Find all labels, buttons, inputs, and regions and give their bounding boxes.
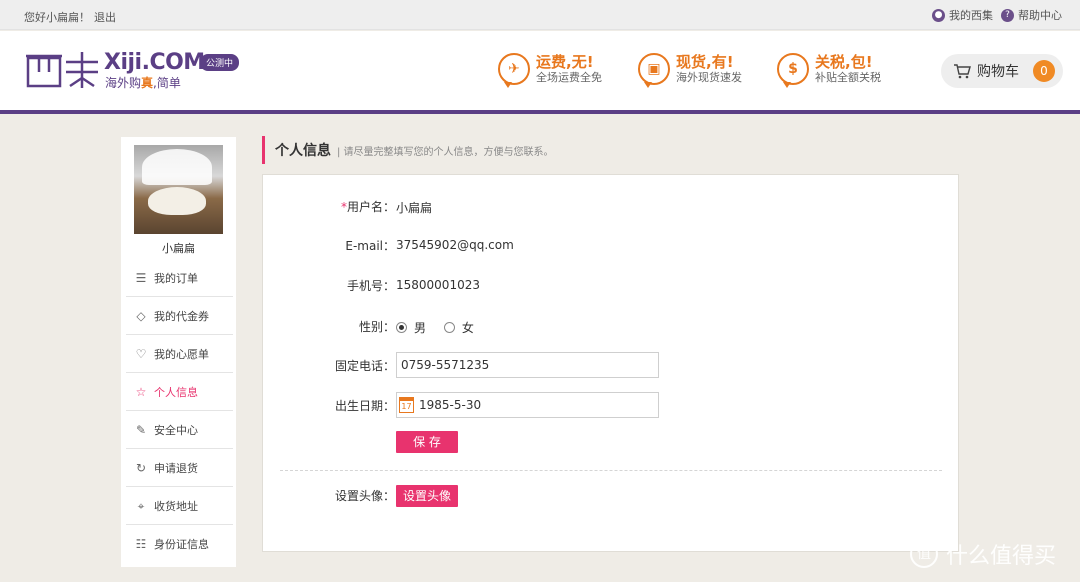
username-label: *用户名：: [340, 199, 395, 214]
save-button[interactable]: 保 存: [396, 431, 458, 453]
landline-input[interactable]: 0759-5571235: [396, 352, 659, 378]
sidebar-menu: ☰ 我的订单 ◇ 我的代金券 ♡ 我的心愿单 ☆ 个人信息 ✎ 安全中心 ↻ 申请退货 ⌖ 收…: [126, 259, 233, 563]
email-label: E-mail：: [345, 238, 395, 253]
promo-in-stock: ▣ 现货,有! 海外现货速发: [638, 49, 742, 89]
star-icon: ☆: [135, 384, 147, 399]
dollar-icon: $: [777, 53, 809, 88]
birthday-value: 1985-5-30: [419, 398, 482, 412]
radio-indicator: [443, 322, 455, 333]
beta-badge: 公测中: [200, 54, 240, 71]
logout-link[interactable]: 退出: [94, 9, 116, 25]
cart-label: 购物车: [977, 64, 1019, 80]
phone-row: 手机号：: [263, 272, 395, 298]
avatar-label: 设置头像：: [334, 488, 395, 503]
gender-label: 性别：: [358, 319, 395, 334]
section-hint: | 请尽量完整填写您的个人信息，方便与您联系。: [337, 146, 554, 158]
username-row: *用户名：: [263, 193, 395, 219]
sidebar-item-profile[interactable]: ☆ 个人信息: [126, 373, 233, 411]
phone-label: 手机号：: [346, 278, 395, 293]
promo-free-shipping: ✈ 运费,无! 全场运费全免: [498, 49, 602, 89]
sidebar-item-label: 身份证信息: [154, 538, 209, 551]
calendar-icon[interactable]: 17: [399, 397, 414, 413]
form-divider: [280, 470, 942, 471]
sidebar-item-label: 安全中心: [154, 423, 198, 437]
user-icon: ●: [932, 8, 945, 22]
sidebar-item-wishlist[interactable]: ♡ 我的心愿单: [126, 335, 233, 373]
help-label: 帮助中心: [1018, 9, 1062, 22]
email-row: E-mail：: [263, 232, 395, 258]
cart-count-badge: 0: [1033, 60, 1055, 82]
sidebar-username: 小扁扁: [162, 242, 195, 255]
username-value: 小扁扁: [396, 201, 433, 215]
sidebar-item-label: 我的订单: [154, 271, 198, 285]
watermark-text: 什么值得买: [946, 544, 1057, 569]
promo-sub: 全场运费全免: [536, 71, 602, 84]
id-card-icon: ☷: [135, 537, 147, 551]
gift-icon: ▣: [638, 53, 670, 88]
top-bar: 您好小扁扁！ 退出 ● 我的西集 ? 帮助中心: [0, 0, 1080, 30]
birthday-input[interactable]: 17 1985-5-30: [396, 392, 659, 418]
gender-female-label: 女: [461, 321, 474, 335]
sidebar-item-label: 收货地址: [154, 499, 198, 513]
sidebar-item-label: 我的代金券: [154, 309, 209, 323]
heart-icon: ♡: [135, 346, 147, 361]
cart-button[interactable]: 购物车 0: [941, 54, 1063, 88]
avatar-wing: [142, 149, 212, 185]
sidebar-item-orders[interactable]: ☰ 我的订单: [126, 259, 233, 297]
location-icon: ⌖: [137, 498, 145, 513]
order-icon: ☰: [135, 270, 147, 285]
site-header: Xiji.COM 海外购真,简单 公测中 ✈ 运费,无! 全场运费全免 ▣ 现货…: [0, 31, 1080, 114]
sidebar-item-coupons[interactable]: ◇ 我的代金券: [126, 297, 233, 335]
gender-options: 男 女: [396, 319, 488, 336]
avatar: [134, 145, 223, 234]
plane-icon: ✈: [498, 53, 530, 88]
avatar-row: 设置头像：: [263, 482, 395, 508]
gender-row: 性别：: [263, 313, 395, 339]
watermark: 值 什么值得买: [910, 538, 1056, 570]
landline-label: 固定电话：: [334, 358, 395, 373]
gender-female-radio[interactable]: 女: [443, 319, 474, 336]
promo-title: 关税,包!: [815, 53, 873, 71]
promo-sub: 海外现货速发: [676, 71, 742, 84]
sidebar-item-label: 我的心愿单: [154, 347, 209, 361]
logo-slogan: 海外购真,简单: [105, 76, 181, 90]
help-icon: ?: [1001, 8, 1014, 22]
promo-tax: $ 关税,包! 补贴全额关税: [777, 49, 881, 89]
birthday-row: 出生日期：: [263, 392, 395, 418]
greeting-text: 您好小扁扁！: [24, 11, 90, 24]
promo-title: 运费,无!: [536, 53, 594, 71]
landline-row: 固定电话：: [263, 352, 395, 378]
coupon-icon: ◇: [136, 308, 146, 323]
edit-icon: ✎: [135, 422, 147, 437]
sidebar-item-id-card[interactable]: ☷ 身份证信息: [126, 525, 233, 563]
promo-title: 现货,有!: [676, 53, 734, 71]
set-avatar-button[interactable]: 设置头像: [396, 485, 458, 507]
sidebar-item-security[interactable]: ✎ 安全中心: [126, 411, 233, 449]
watermark-logo-icon: 值: [910, 540, 938, 568]
section-header: 个人信息 | 请尽量完整填写您的个人信息，方便与您联系。: [262, 136, 554, 164]
sidebar-item-label: 申请退货: [154, 461, 198, 475]
promo-sub: 补贴全额关税: [815, 71, 881, 84]
help-link[interactable]: ? 帮助中心: [1001, 7, 1062, 23]
gender-male-label: 男: [414, 321, 427, 335]
page-title: 个人信息: [275, 143, 331, 159]
gender-male-radio[interactable]: 男: [396, 319, 426, 336]
my-xiji-label: 我的西集: [949, 9, 993, 22]
my-xiji-link[interactable]: ● 我的西集: [932, 7, 993, 23]
account-sidebar: 小扁扁 ☰ 我的订单 ◇ 我的代金券 ♡ 我的心愿单 ☆ 个人信息 ✎ 安全中心 ↻ 申请退…: [121, 137, 236, 567]
sidebar-item-returns[interactable]: ↻ 申请退货: [126, 449, 233, 487]
phone-value: 15800001023: [396, 278, 480, 292]
avatar-dog: [148, 187, 206, 215]
email-value: 37545902@qq.com: [396, 238, 514, 252]
sidebar-item-label: 个人信息: [154, 385, 198, 399]
logo-glyph: [26, 52, 98, 88]
profile-form-panel: *用户名： 小扁扁 E-mail： 37545902@qq.com 手机号： 1…: [262, 174, 959, 552]
sidebar-item-address[interactable]: ⌖ 收货地址: [126, 487, 233, 525]
birthday-label: 出生日期：: [334, 398, 395, 413]
refresh-icon: ↻: [135, 460, 147, 475]
radio-selected-indicator: [396, 322, 407, 333]
logo-text: Xiji.COM: [104, 50, 205, 75]
cart-icon: [954, 64, 971, 79]
